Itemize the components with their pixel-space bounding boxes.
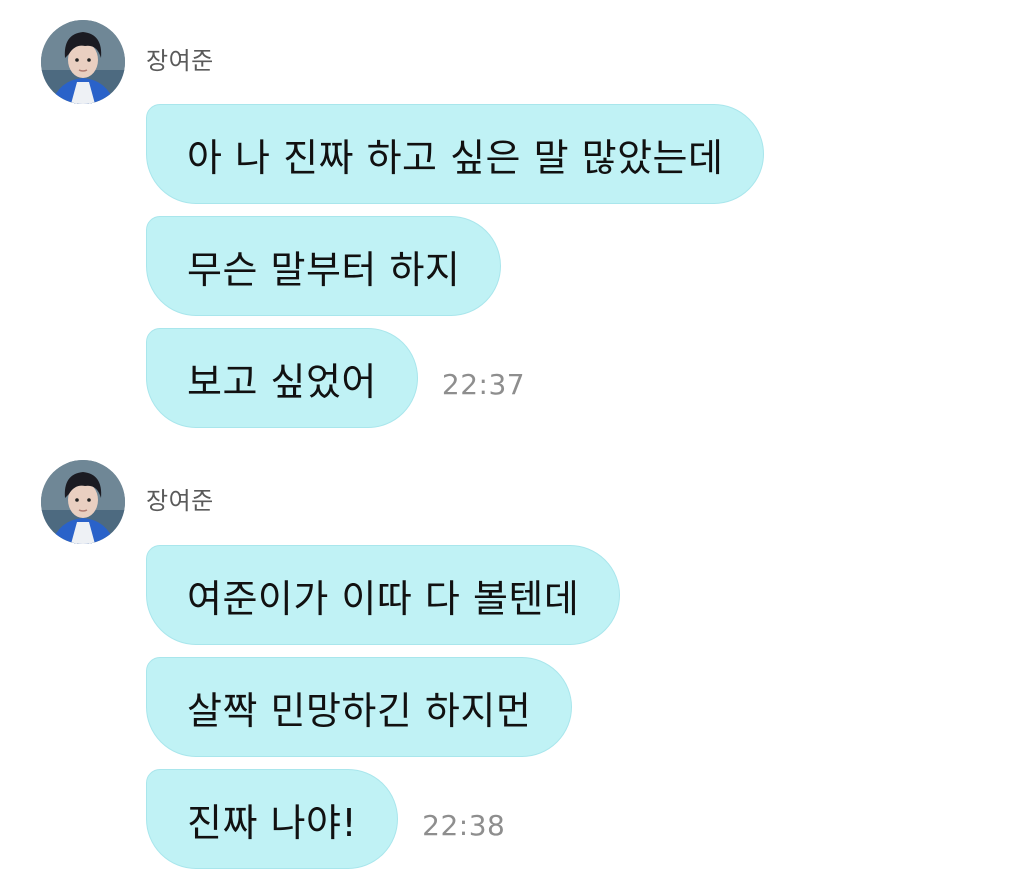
message-bubble[interactable]: 살짝 민망하긴 하지먼: [146, 657, 573, 757]
message-bubble[interactable]: 무슨 말부터 하지: [146, 216, 502, 316]
profile-photo-icon: [41, 460, 125, 544]
sender-name: 장여준: [146, 487, 214, 515]
message-row: 아 나 진짜 하고 싶은 말 많았는데: [146, 104, 765, 204]
message-row: 진짜 나야! 22:38: [146, 769, 505, 869]
message-timestamp: 22:38: [422, 808, 506, 842]
message-row: 무슨 말부터 하지: [146, 216, 502, 316]
message-group: 장여준 여준이가 이따 다 볼텐데 살짝 민망하긴 하지먼 진짜 나야! 22:…: [0, 440, 1024, 890]
message-group: 장여준 아 나 진짜 하고 싶은 말 많았는데 무슨 말부터 하지 보고 싶었어…: [0, 0, 1024, 440]
message-row: 보고 싶었어 22:37: [146, 328, 525, 428]
avatar[interactable]: [41, 20, 125, 104]
message-bubble[interactable]: 여준이가 이따 다 볼텐데: [146, 545, 621, 645]
message-bubble[interactable]: 아 나 진짜 하고 싶은 말 많았는데: [146, 104, 765, 204]
avatar[interactable]: [41, 460, 125, 544]
message-timestamp: 22:37: [441, 367, 526, 401]
message-row: 살짝 민망하긴 하지먼: [146, 657, 573, 757]
message-bubble[interactable]: 진짜 나야!: [146, 769, 399, 869]
message-row: 여준이가 이따 다 볼텐데: [146, 545, 621, 645]
sender-name: 장여준: [146, 47, 214, 75]
message-bubble[interactable]: 보고 싶었어: [146, 328, 418, 428]
profile-photo-icon: [41, 20, 125, 104]
